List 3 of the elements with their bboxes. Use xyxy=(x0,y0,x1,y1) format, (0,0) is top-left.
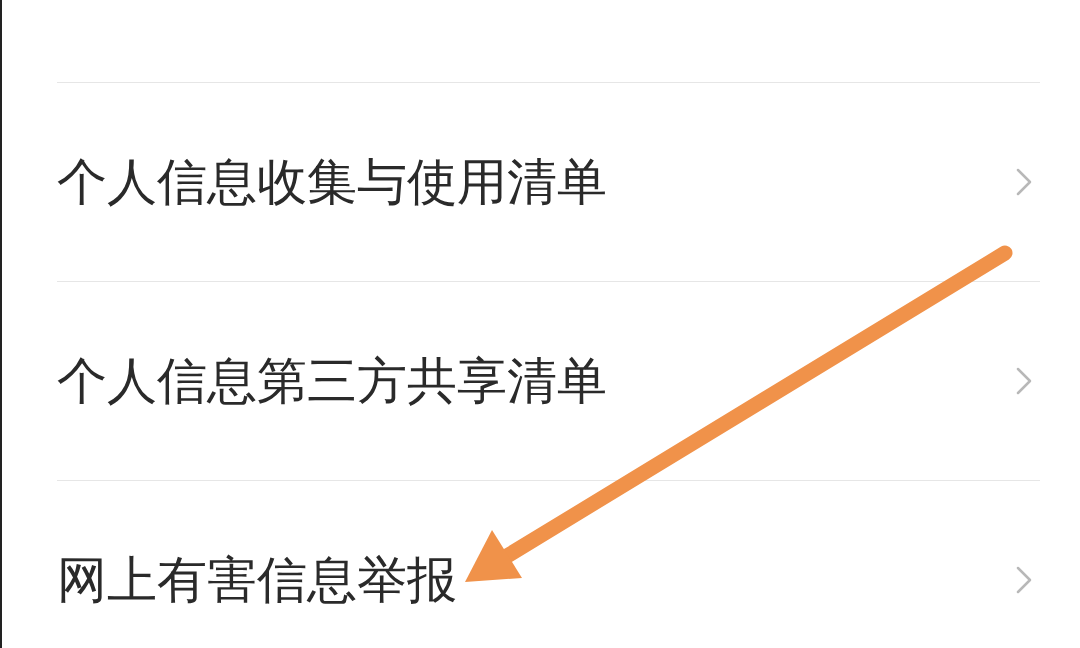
menu-item-label[interactable]: 个人信息收集与使用清单 xyxy=(57,148,607,216)
menu-item-label[interactable]: 个人信息第三方共享清单 xyxy=(57,347,607,415)
menu-item-label[interactable]: 网上有害信息举报 xyxy=(57,546,457,614)
